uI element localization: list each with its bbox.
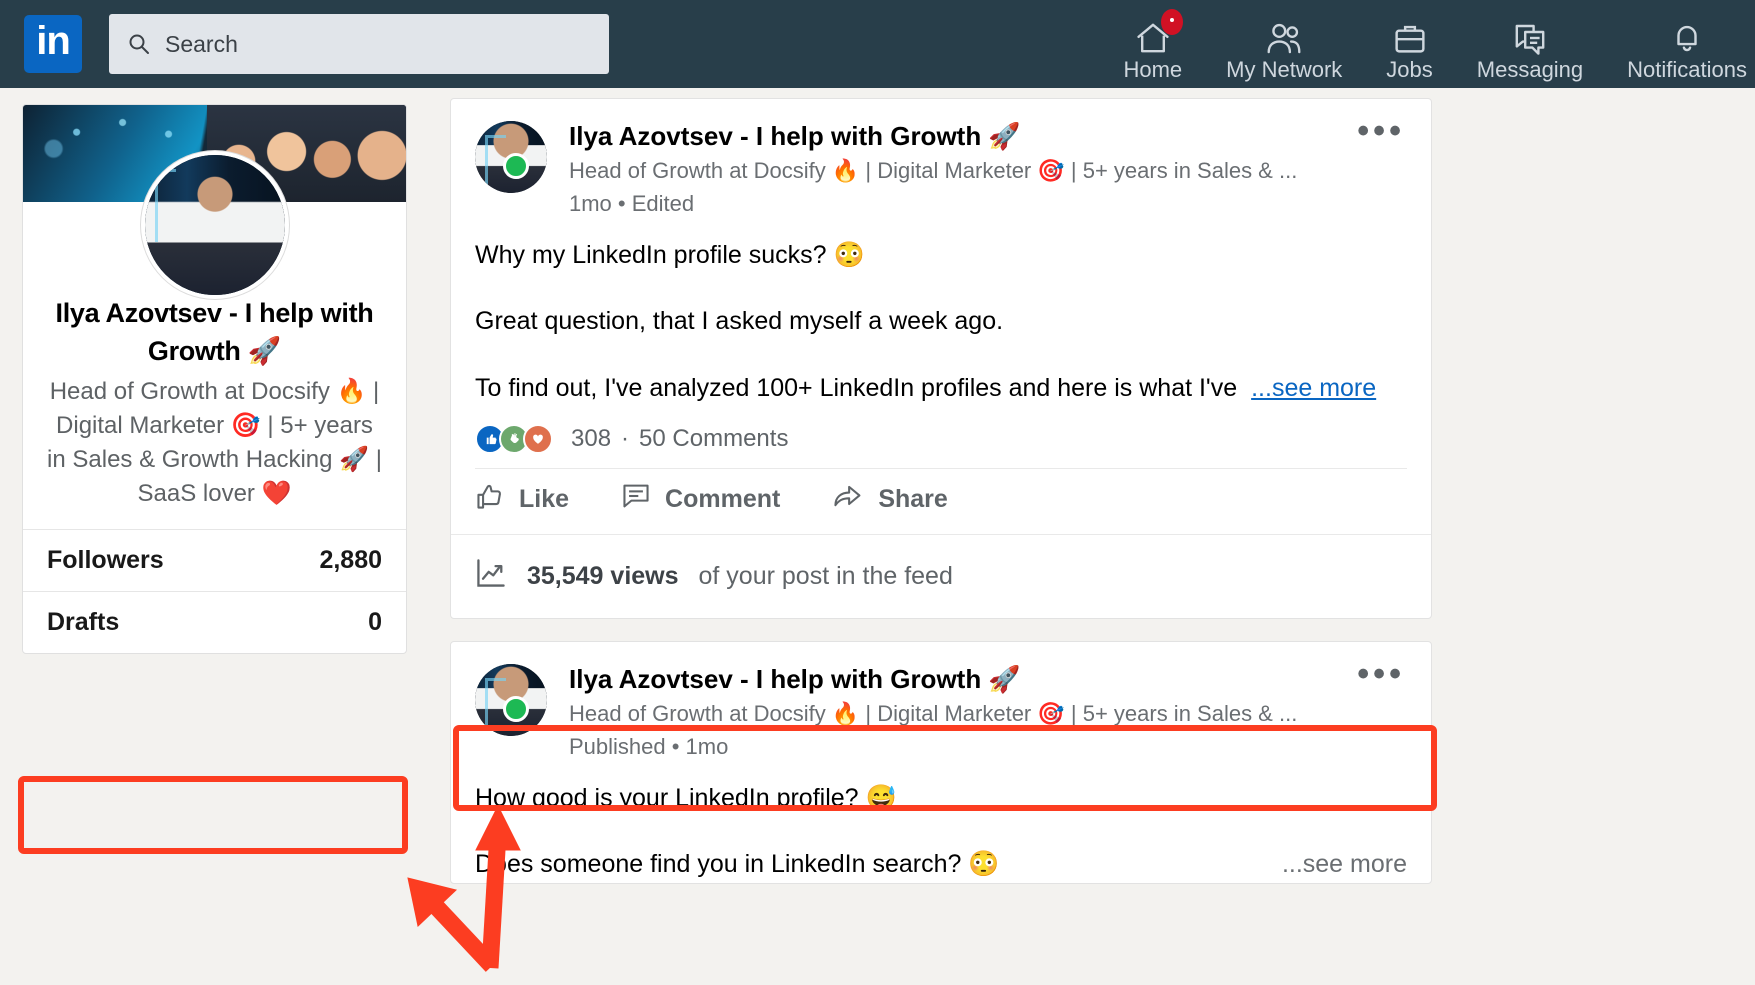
nav-item-my-network-label: My Network	[1226, 56, 1343, 82]
share-button-label: Share	[878, 484, 948, 513]
reaction-icons	[475, 423, 553, 454]
stat-row-drafts[interactable]: Drafts 0	[23, 590, 406, 653]
nav-item-messaging[interactable]: Messaging	[1455, 0, 1605, 88]
stat-label-drafts: Drafts	[47, 607, 120, 636]
reaction-count: 308	[571, 424, 612, 452]
online-presence-icon	[503, 153, 529, 179]
post-options-menu-icon[interactable]: •••	[1357, 657, 1405, 692]
feed: Ilya Azovtsev - I help with Growth 🚀 Hea…	[450, 98, 1432, 884]
see-more-link[interactable]: ...see more	[1251, 374, 1376, 402]
stat-value-drafts: 0	[368, 607, 382, 636]
post-card: Ilya Azovtsev - I help with Growth 🚀 Hea…	[450, 640, 1432, 884]
nav-item-home-label: Home	[1123, 56, 1183, 82]
nav-item-jobs[interactable]: Jobs	[1364, 0, 1454, 88]
post-meta: Ilya Azovtsev - I help with Growth 🚀 Hea…	[569, 121, 1407, 217]
stat-value-followers: 2,880	[319, 545, 382, 574]
avatar[interactable]	[140, 151, 289, 299]
post-author-name[interactable]: Ilya Azovtsev - I help with Growth 🚀	[569, 664, 1407, 695]
post-timestamp: 1mo • Edited	[569, 191, 695, 217]
post-actions: Like Comment Share	[475, 467, 1407, 534]
comment-button[interactable]: Comment	[621, 481, 780, 518]
nav-item-notifications-label: Notifications	[1627, 56, 1747, 82]
page-title: Ilya Azovtsev - I help with Growth 🚀	[55, 298, 374, 367]
count-separator: ·	[621, 424, 630, 452]
post-paragraph-with-seemore: Does someone find you in LinkedIn search…	[475, 846, 1407, 882]
online-presence-icon	[503, 695, 529, 722]
nav-item-messaging-label: Messaging	[1476, 56, 1584, 82]
post-timestamp: Published • 1mo	[569, 734, 729, 760]
nav-item-my-network[interactable]: My Network	[1204, 0, 1364, 88]
post-header: Ilya Azovtsev - I help with Growth 🚀 Hea…	[451, 99, 1431, 217]
linkedin-logo-text: in	[36, 19, 71, 63]
stat-label-followers: Followers	[47, 545, 164, 574]
profile-card[interactable]: Ilya Azovtsev - I help with Growth 🚀 Hea…	[22, 104, 407, 654]
post-paragraph-with-seemore: To find out, I've analyzed 100+ LinkedIn…	[475, 370, 1407, 406]
search-icon	[127, 32, 151, 56]
search-placeholder: Search	[165, 30, 238, 57]
like-button[interactable]: Like	[475, 481, 569, 518]
profile-headline: Head of Growth at Docsify 🔥 | Digital Ma…	[47, 377, 382, 507]
top-navbar: in Search Home My Network Jobs Messaging…	[0, 0, 1755, 88]
page-body: Ilya Azovtsev - I help with Growth 🚀 Hea…	[0, 88, 1755, 985]
post-social-counts[interactable]: 308 · 50 Comments	[451, 406, 1431, 468]
comment-bubble-icon	[621, 481, 651, 518]
views-suffix: of your post in the feed	[698, 561, 953, 590]
post-card: Ilya Azovtsev - I help with Growth 🚀 Hea…	[450, 98, 1432, 619]
profile-stats: Followers 2,880 Drafts 0	[23, 528, 406, 653]
comment-count[interactable]: 50 Comments	[639, 425, 788, 453]
thumbs-up-icon	[475, 481, 505, 518]
views-count: 35,549 views	[527, 561, 679, 590]
post-header: Ilya Azovtsev - I help with Growth 🚀 Hea…	[451, 642, 1431, 760]
linkedin-logo[interactable]: in	[24, 15, 82, 73]
briefcase-icon	[1393, 15, 1427, 55]
post-paragraph: Great question, that I asked myself a we…	[475, 307, 1004, 336]
see-more-link[interactable]: ...see more	[1282, 846, 1407, 882]
post-paragraph-text: Does someone find you in LinkedIn search…	[475, 850, 1000, 879]
post-views-row[interactable]: 35,549 views of your post in the feed	[451, 533, 1431, 618]
message-icon	[1512, 15, 1548, 55]
stat-row-followers[interactable]: Followers 2,880	[23, 530, 406, 591]
followers-highlight-box	[18, 776, 408, 854]
share-button[interactable]: Share	[832, 481, 948, 518]
like-button-label: Like	[519, 484, 570, 513]
post-author-headline: Head of Growth at Docsify 🔥 | Digital Ma…	[569, 701, 1298, 727]
post-paragraph: Why my LinkedIn profile sucks? 😳	[475, 241, 865, 270]
people-icon	[1264, 15, 1304, 55]
comment-button-label: Comment	[665, 484, 781, 513]
nav-items: Home My Network Jobs Messaging Notificat…	[1101, 0, 1755, 88]
post-paragraph-text: To find out, I've analyzed 100+ LinkedIn…	[475, 373, 1238, 402]
post-body: How good is your LinkedIn profile? 😅 Doe…	[451, 760, 1431, 883]
nav-item-notifications[interactable]: Notifications	[1605, 0, 1747, 88]
post-author-headline: Head of Growth at Docsify 🔥 | Digital Ma…	[569, 158, 1298, 184]
avatar-image	[144, 155, 285, 295]
post-options-menu-icon[interactable]: •••	[1357, 114, 1405, 149]
heart-reaction-icon	[523, 423, 553, 454]
search-input[interactable]: Search	[109, 14, 609, 74]
post-paragraph: How good is your LinkedIn profile? 😅	[475, 784, 897, 813]
home-notification-badge	[1160, 8, 1183, 35]
post-meta: Ilya Azovtsev - I help with Growth 🚀 Hea…	[569, 664, 1407, 760]
share-arrow-icon	[832, 481, 864, 518]
nav-item-jobs-label: Jobs	[1386, 56, 1433, 82]
nav-item-home[interactable]: Home	[1101, 0, 1204, 88]
bell-icon	[1670, 15, 1704, 55]
post-body: Why my LinkedIn profile sucks? 😳 Great q…	[451, 217, 1431, 406]
analytics-chart-icon	[475, 557, 507, 596]
home-icon	[1135, 8, 1183, 55]
post-author-name[interactable]: Ilya Azovtsev - I help with Growth 🚀	[569, 121, 1407, 152]
